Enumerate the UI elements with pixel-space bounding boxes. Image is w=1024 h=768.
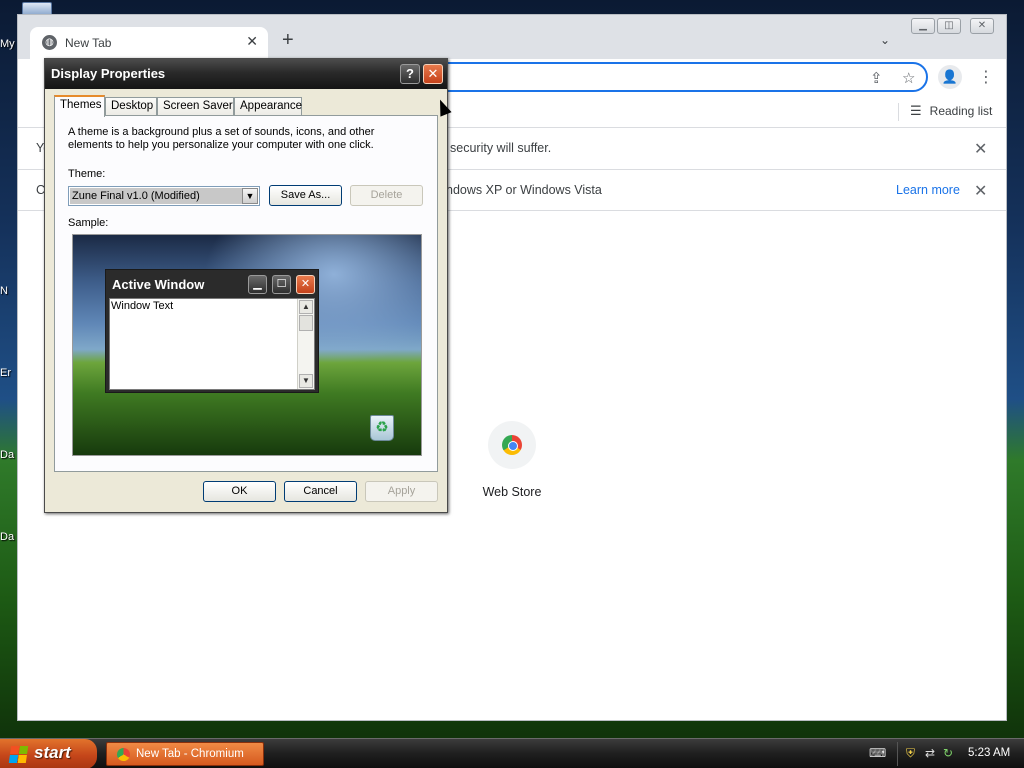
tab-appearance[interactable]: Appearance bbox=[234, 97, 302, 116]
scroll-down-icon: ▼ bbox=[299, 374, 313, 388]
network-icon[interactable]: ⇄ bbox=[925, 746, 935, 760]
close-dialog-button[interactable]: ✕ bbox=[423, 64, 443, 84]
taskbar-item-chromium[interactable]: New Tab - Chromium bbox=[106, 742, 264, 766]
close-infobar-icon[interactable]: ✕ bbox=[974, 181, 987, 201]
minimize-icon: ▁ bbox=[248, 275, 267, 294]
learn-more-link[interactable]: Learn more bbox=[896, 183, 960, 197]
close-tab-icon[interactable]: ✕ bbox=[246, 33, 258, 50]
taskbar-item-label: New Tab - Chromium bbox=[136, 748, 244, 760]
web-store-shortcut-label[interactable]: Web Store bbox=[470, 485, 554, 499]
web-store-icon bbox=[502, 435, 522, 455]
update-icon[interactable]: ↻ bbox=[943, 746, 953, 760]
sample-window-text: Window Text bbox=[111, 300, 174, 312]
reading-list-label: Reading list bbox=[929, 104, 993, 118]
tray-separator bbox=[897, 742, 898, 766]
taskbar: start New Tab - Chromium ⌨ ⛨ ⇄ ↻ 5:23 AM bbox=[0, 738, 1024, 768]
windows-logo-icon bbox=[8, 746, 29, 763]
bookmark-star-icon[interactable]: ☆ bbox=[902, 69, 915, 87]
sample-window-body: Window Text ▲ ▼ bbox=[109, 298, 315, 390]
start-label: start bbox=[34, 743, 71, 762]
cancel-button[interactable]: Cancel bbox=[284, 481, 357, 502]
help-button[interactable]: ? bbox=[400, 64, 420, 84]
tab-title: New Tab bbox=[65, 36, 112, 50]
restore-window-button[interactable]: ◫ bbox=[937, 18, 961, 34]
reading-list-icon: ☰ bbox=[910, 103, 922, 118]
tab-search-chevron-icon[interactable]: ⌄ bbox=[880, 33, 890, 47]
display-properties-dialog: Display Properties ? ✕ Themes Desktop Sc… bbox=[44, 58, 448, 513]
infobar-message: ndows XP or Windows Vista bbox=[446, 183, 602, 197]
sample-window-title: Active Window bbox=[112, 277, 205, 292]
theme-label: Theme: bbox=[68, 168, 106, 180]
apply-button[interactable]: Apply bbox=[365, 481, 438, 502]
tab-themes[interactable]: Themes bbox=[54, 95, 105, 117]
close-window-button[interactable]: ✕ bbox=[970, 18, 994, 34]
theme-sample-preview: ♻ Active Window ▁ ☐ ✕ Window Text ▲ ▼ bbox=[72, 234, 422, 456]
themes-panel: A theme is a background plus a set of so… bbox=[54, 115, 438, 472]
delete-button[interactable]: Delete bbox=[350, 185, 423, 206]
clock[interactable]: 5:23 AM bbox=[968, 747, 1010, 759]
browser-menu-icon[interactable]: ⋮ bbox=[978, 67, 994, 87]
tab-new-tab[interactable]: ◍ New Tab ✕ bbox=[30, 27, 268, 59]
save-as-button[interactable]: Save As... bbox=[269, 185, 342, 206]
web-store-shortcut[interactable] bbox=[488, 421, 536, 469]
globe-icon: ◍ bbox=[42, 35, 57, 50]
share-icon[interactable]: ⇪ bbox=[870, 69, 883, 87]
tab-desktop[interactable]: Desktop bbox=[105, 97, 157, 116]
close-infobar-icon[interactable]: ✕ bbox=[974, 139, 987, 159]
start-button[interactable]: start bbox=[0, 739, 97, 768]
scroll-thumb bbox=[299, 315, 313, 331]
sample-label: Sample: bbox=[68, 217, 109, 229]
keyboard-icon[interactable]: ⌨ bbox=[869, 746, 886, 760]
recycle-bin-icon: ♻ bbox=[370, 415, 394, 441]
tab-screen-saver[interactable]: Screen Saver bbox=[157, 97, 234, 116]
scroll-up-icon: ▲ bbox=[299, 300, 313, 314]
maximize-icon: ☐ bbox=[272, 275, 291, 294]
close-icon: ✕ bbox=[296, 275, 315, 294]
profile-avatar-icon[interactable]: 👤 bbox=[938, 65, 962, 89]
theme-dropdown-value: Zune Final v1.0 (Modified) bbox=[70, 188, 242, 204]
dialog-titlebar[interactable]: Display Properties ? ✕ bbox=[45, 59, 447, 89]
new-tab-button[interactable]: + bbox=[282, 29, 294, 52]
themes-description: A theme is a background plus a set of so… bbox=[68, 126, 375, 151]
infobar-message: security will suffer. bbox=[450, 141, 552, 155]
bookmarks-separator bbox=[898, 103, 899, 121]
sample-scrollbar: ▲ ▼ bbox=[297, 299, 314, 389]
sample-active-window: Active Window ▁ ☐ ✕ Window Text ▲ ▼ bbox=[105, 269, 319, 393]
reading-list-button[interactable]: ☰ Reading list bbox=[910, 103, 992, 119]
security-shield-icon[interactable]: ⛨ bbox=[906, 746, 915, 761]
ok-button[interactable]: OK bbox=[203, 481, 276, 502]
minimize-window-button[interactable]: ▁ bbox=[911, 18, 935, 34]
browser-tab-strip: ◍ New Tab ✕ + ⌄ ▁ ◫ ✕ bbox=[18, 15, 1006, 59]
chromium-icon bbox=[117, 748, 130, 761]
theme-dropdown[interactable]: Zune Final v1.0 (Modified) ▼ bbox=[68, 186, 260, 206]
chevron-down-icon[interactable]: ▼ bbox=[242, 188, 258, 204]
dialog-title: Display Properties bbox=[51, 66, 166, 81]
